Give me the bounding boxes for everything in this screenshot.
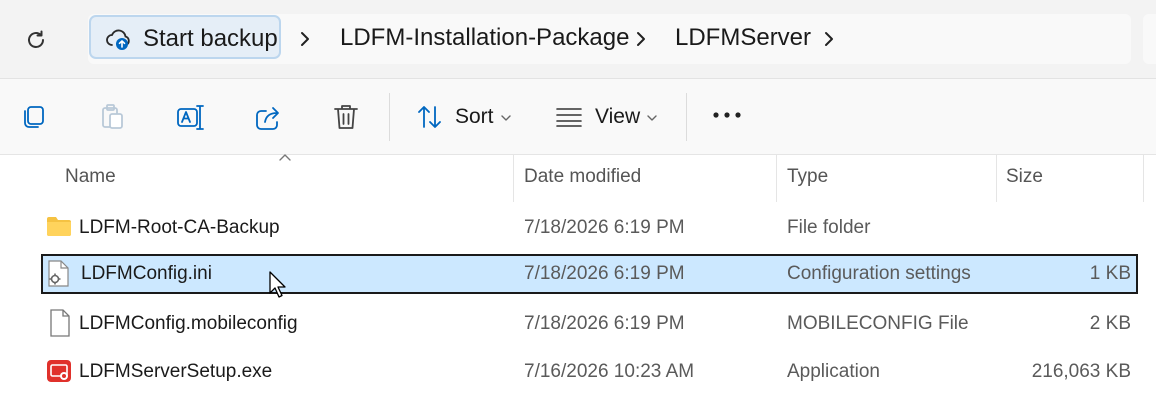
file-size: 2 KB xyxy=(1089,313,1131,334)
file-type: Configuration settings xyxy=(787,263,971,284)
blank-file-icon xyxy=(50,309,70,337)
file-name: LDFMConfig.mobileconfig xyxy=(79,313,298,334)
view-label: View xyxy=(595,105,641,128)
column-resize-handle[interactable] xyxy=(776,155,777,202)
file-size: 216,063 KB xyxy=(1031,361,1131,382)
breadcrumb: Start backup LDFM-Installation-Package L… xyxy=(88,14,1131,64)
config-file-icon xyxy=(48,260,69,287)
folder-icon xyxy=(47,217,71,236)
sort-icon xyxy=(418,106,441,128)
rename-icon[interactable] xyxy=(175,102,205,132)
file-date-modified: 7/18/2026 6:19 PM xyxy=(524,313,685,334)
chevron-down-icon xyxy=(501,115,511,121)
application-icon xyxy=(47,360,71,382)
sort-label: Sort xyxy=(455,105,494,128)
column-header-size[interactable]: Size xyxy=(1006,166,1043,188)
column-resize-handle[interactable] xyxy=(1143,155,1144,202)
file-row-ldfm-root-ca-backup[interactable]: LDFM-Root-CA-Backup 7/18/2026 6:19 PM Fi… xyxy=(41,208,1138,248)
file-name: LDFM-Root-CA-Backup xyxy=(79,217,280,238)
sort-ascending-indicator-icon xyxy=(279,154,291,161)
copy-icon[interactable] xyxy=(19,102,49,132)
sort-button[interactable]: Sort xyxy=(410,89,520,144)
file-type: Application xyxy=(787,361,880,382)
list-view-icon xyxy=(556,108,582,127)
search-box-edge[interactable] xyxy=(1143,14,1156,64)
file-date-modified: 7/18/2026 6:19 PM xyxy=(524,263,685,284)
paste-icon[interactable] xyxy=(97,102,127,132)
address-bar-row: Start backup LDFM-Installation-Package L… xyxy=(0,0,1156,79)
refresh-button[interactable] xyxy=(20,24,52,56)
file-type: MOBILECONFIG File xyxy=(787,313,969,334)
column-header-date-modified[interactable]: Date modified xyxy=(524,166,641,188)
chevron-right-icon[interactable] xyxy=(634,28,648,50)
more-options-icon[interactable] xyxy=(711,109,743,121)
toolbar-divider xyxy=(389,93,390,141)
file-date-modified: 7/18/2026 6:19 PM xyxy=(524,217,685,238)
chevron-down-icon xyxy=(647,115,657,121)
file-row-ldfmconfig-mobileconfig[interactable]: LDFMConfig.mobileconfig 7/18/2026 6:19 P… xyxy=(41,304,1138,344)
file-name: LDFMConfig.ini xyxy=(81,263,212,284)
file-size: 1 KB xyxy=(1089,263,1131,284)
column-header-type[interactable]: Type xyxy=(787,166,828,188)
column-header-name[interactable]: Name xyxy=(65,166,116,188)
cloud-backup-icon xyxy=(106,29,130,50)
column-header-row: Name Date modified Type Size xyxy=(0,154,1156,202)
delete-icon[interactable] xyxy=(331,102,361,132)
column-resize-handle[interactable] xyxy=(996,155,997,202)
file-type: File folder xyxy=(787,217,871,238)
column-resize-handle[interactable] xyxy=(513,155,514,202)
refresh-icon xyxy=(28,30,44,48)
mouse-pointer-icon xyxy=(269,271,286,298)
file-date-modified: 7/16/2026 10:23 AM xyxy=(524,361,695,382)
file-row-ldfmconfig-ini[interactable]: LDFMConfig.ini 7/18/2026 6:19 PM Configu… xyxy=(41,254,1138,298)
command-bar: Sort View xyxy=(0,79,1156,155)
view-button[interactable]: View xyxy=(550,89,670,144)
chevron-right-icon[interactable] xyxy=(822,28,836,50)
breadcrumb-item-ldfmserver[interactable]: LDFMServer xyxy=(675,24,811,52)
start-backup-label: Start backup xyxy=(143,25,278,52)
chevron-right-icon[interactable] xyxy=(298,28,312,50)
file-row-ldfmserversetup-exe[interactable]: LDFMServerSetup.exe 7/16/2026 10:23 AM A… xyxy=(41,352,1138,392)
share-icon[interactable] xyxy=(253,102,283,132)
file-name: LDFMServerSetup.exe xyxy=(79,361,273,382)
toolbar-divider xyxy=(686,93,687,141)
start-backup-button[interactable]: Start backup xyxy=(89,15,281,59)
breadcrumb-item-installation-package[interactable]: LDFM-Installation-Package xyxy=(340,24,629,52)
